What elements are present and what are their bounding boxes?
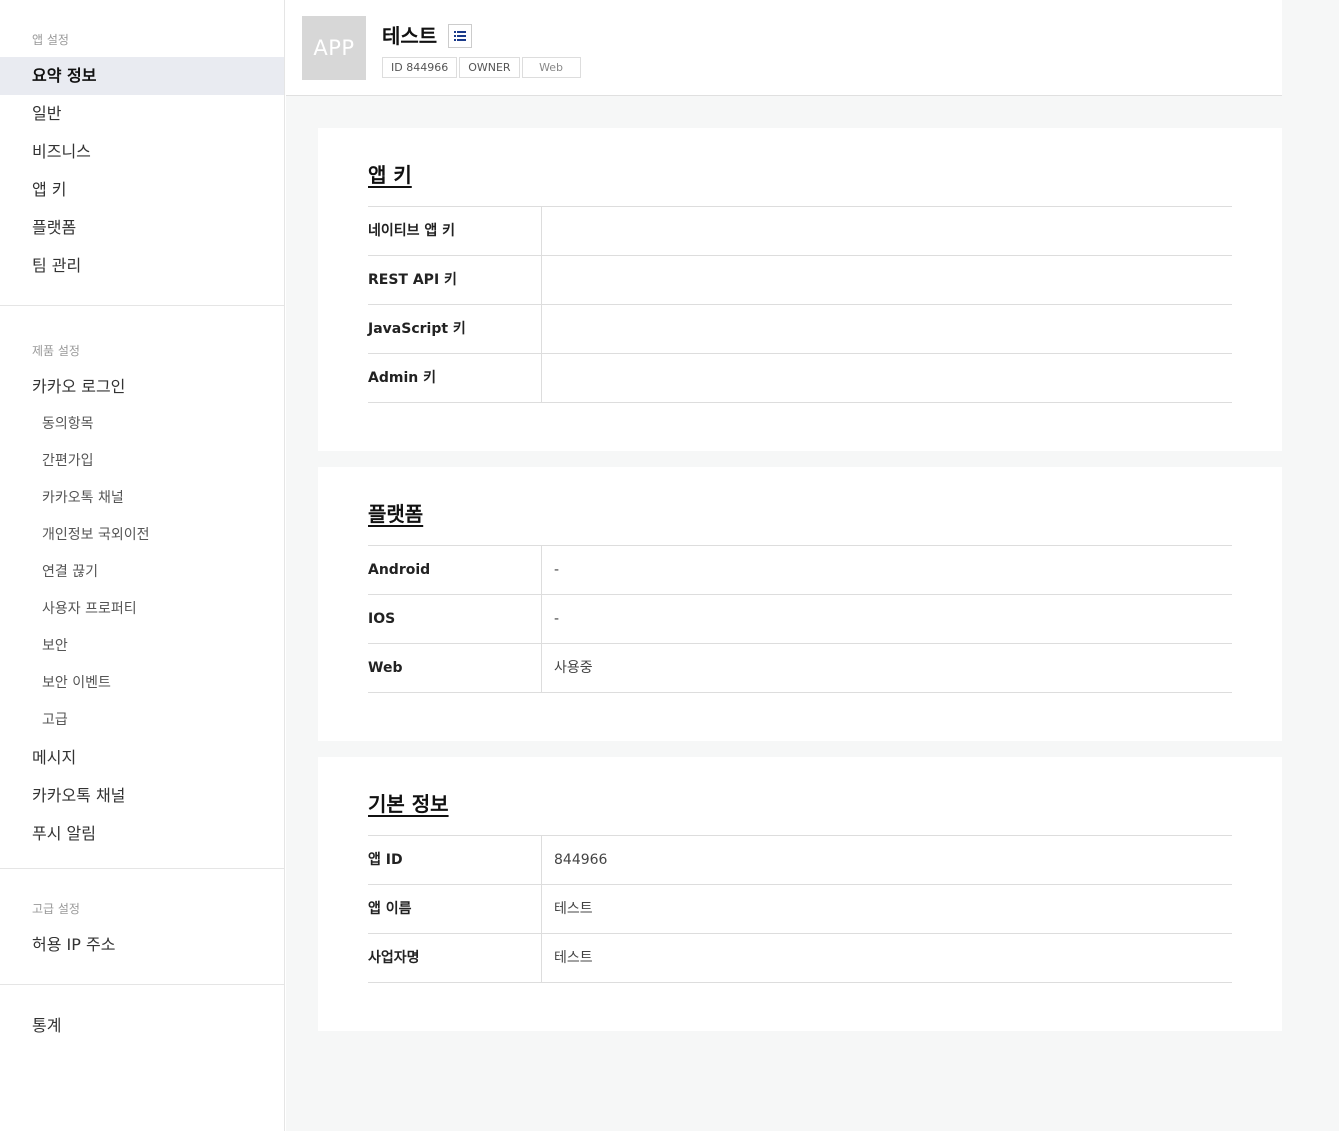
row-value: 사용중	[554, 660, 593, 676]
sidebar-subitem-overseas-transfer[interactable]: 개인정보 국외이전	[0, 517, 284, 554]
sidebar-item-kakaotalk-channel[interactable]: 카카오톡 채널	[0, 777, 284, 815]
platform-tag: Web	[521, 57, 581, 78]
role-tag: OWNER	[459, 57, 520, 78]
row-value: 844966	[554, 852, 608, 868]
table-row: REST API 키	[368, 256, 1232, 305]
row-label: 앱 이름	[368, 885, 542, 933]
table-row: JavaScript 키	[368, 305, 1232, 354]
sidebar-subitem-advanced[interactable]: 고급	[0, 702, 284, 739]
sidebar-group-app-settings: 앱 설정 요약 정보 일반 비즈니스 앱 키 플랫폼 팀 관리	[0, 0, 284, 306]
row-label: REST API 키	[368, 256, 542, 304]
sidebar-item-allowed-ip[interactable]: 허용 IP 주소	[0, 926, 284, 964]
app-keys-table: 네이티브 앱 키 REST API 키 JavaScript 키 Admin 키	[368, 206, 1232, 403]
row-value: -	[554, 562, 560, 578]
table-row: Web 사용중	[368, 644, 1232, 693]
sidebar-subitem-kakaotalk-channel[interactable]: 카카오톡 채널	[0, 480, 284, 517]
sidebar-item-stats[interactable]: 통계	[0, 1007, 284, 1045]
row-label: 네이티브 앱 키	[368, 207, 542, 255]
sidebar-item-general[interactable]: 일반	[0, 95, 284, 133]
basic-info-table: 앱 ID 844966 앱 이름 테스트 사업자명 테스트	[368, 835, 1232, 983]
row-label: Admin 키	[368, 354, 542, 402]
table-row: Android -	[368, 546, 1232, 595]
sidebar-item-message[interactable]: 메시지	[0, 739, 284, 777]
sidebar-subitem-unlink[interactable]: 연결 끊기	[0, 554, 284, 591]
sidebar: 앱 설정 요약 정보 일반 비즈니스 앱 키 플랫폼 팀 관리 제품 설정 카카…	[0, 0, 285, 1131]
sidebar-subitem-user-property[interactable]: 사용자 프로퍼티	[0, 591, 284, 628]
sidebar-item-summary[interactable]: 요약 정보	[0, 57, 284, 95]
sidebar-item-platform[interactable]: 플랫폼	[0, 209, 284, 247]
row-value	[542, 305, 1232, 353]
row-label: Android	[368, 546, 542, 594]
app-name: 테스트	[382, 24, 438, 48]
sidebar-subitem-consent[interactable]: 동의항목	[0, 406, 284, 443]
list-icon	[454, 31, 466, 41]
table-row: 사업자명 테스트	[368, 934, 1232, 983]
platform-title: 플랫폼	[368, 502, 424, 526]
app-keys-title: 앱 키	[368, 163, 412, 187]
sidebar-item-business[interactable]: 비즈니스	[0, 133, 284, 171]
table-row: 네이티브 앱 키	[368, 207, 1232, 256]
row-value	[542, 256, 1232, 304]
sidebar-item-push[interactable]: 푸시 알림	[0, 815, 284, 853]
basic-info-card: 기본 정보 앱 ID 844966 앱 이름 테스트 사업자명 테스트	[318, 757, 1282, 1031]
platform-card: 플랫폼 Android - IOS - Web 사용중	[318, 467, 1282, 741]
table-row: IOS -	[368, 595, 1232, 644]
row-value: 테스트	[554, 901, 593, 917]
sidebar-subitem-security[interactable]: 보안	[0, 628, 284, 665]
sidebar-item-team[interactable]: 팀 관리	[0, 247, 284, 285]
row-label: 앱 ID	[368, 836, 542, 884]
sidebar-group-title: 제품 설정	[32, 344, 80, 358]
app-icon: APP	[302, 16, 366, 80]
basic-info-title: 기본 정보	[368, 792, 449, 816]
row-label: IOS	[368, 595, 542, 643]
app-header: APP 테스트 ID 844966 OWNER Web	[286, 0, 1282, 96]
sidebar-group-title: 고급 설정	[32, 902, 80, 916]
sidebar-group-stats: 통계	[0, 985, 284, 1045]
platform-table: Android - IOS - Web 사용중	[368, 545, 1232, 693]
sidebar-item-app-keys[interactable]: 앱 키	[0, 171, 284, 209]
row-value: 테스트	[554, 950, 593, 966]
table-row: 앱 ID 844966	[368, 836, 1232, 885]
row-label: Web	[368, 644, 542, 692]
sidebar-group-advanced-settings: 고급 설정 허용 IP 주소	[0, 869, 284, 985]
row-value	[542, 207, 1232, 255]
app-keys-card: 앱 키 네이티브 앱 키 REST API 키 JavaScript 키 Adm…	[318, 128, 1282, 451]
row-value: -	[554, 611, 560, 627]
sidebar-item-kakao-login[interactable]: 카카오 로그인	[0, 368, 284, 406]
row-label: JavaScript 키	[368, 305, 542, 353]
page: 앱 설정 요약 정보 일반 비즈니스 앱 키 플랫폼 팀 관리 제품 설정 카카…	[0, 0, 1339, 1131]
sidebar-group-product-settings: 제품 설정 카카오 로그인 동의항목 간편가입 카카오톡 채널 개인정보 국외이…	[0, 306, 284, 869]
row-label: 사업자명	[368, 934, 542, 982]
app-tags: ID 844966 OWNER Web	[382, 57, 583, 78]
table-row: 앱 이름 테스트	[368, 885, 1232, 934]
row-value	[542, 354, 1232, 402]
app-id-tag: ID 844966	[382, 57, 458, 78]
table-row: Admin 키	[368, 354, 1232, 403]
sidebar-subitem-security-event[interactable]: 보안 이벤트	[0, 665, 284, 702]
app-list-button[interactable]	[448, 24, 472, 48]
sidebar-subitem-simple-signup[interactable]: 간편가입	[0, 443, 284, 480]
sidebar-group-title: 앱 설정	[32, 33, 69, 47]
